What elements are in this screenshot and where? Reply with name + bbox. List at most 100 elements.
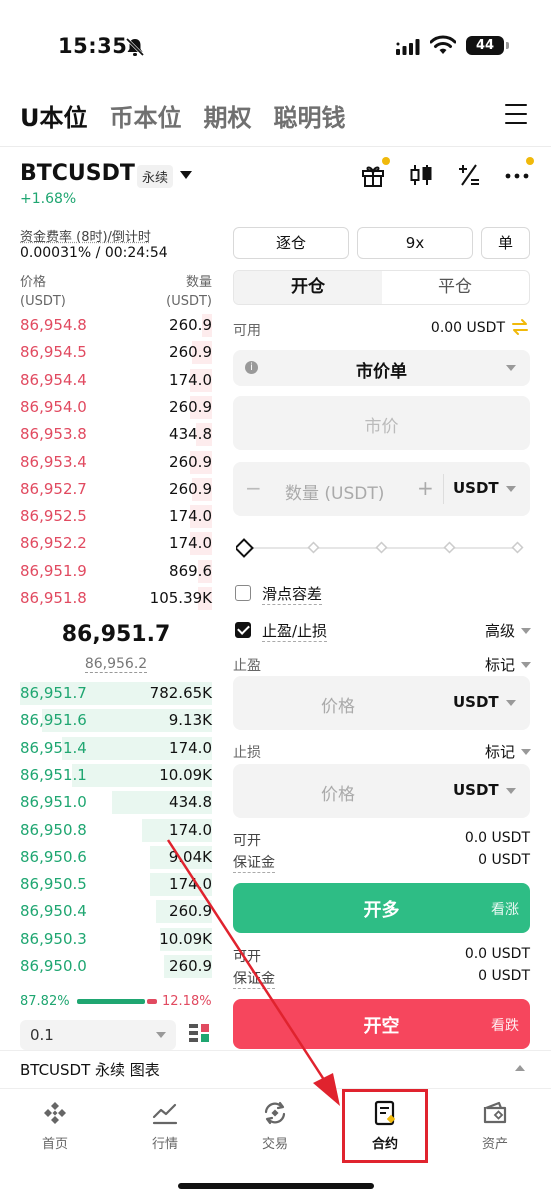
bid-price: 86,950.0 bbox=[20, 957, 87, 975]
bid-qty: 174.0 bbox=[169, 738, 212, 757]
quantity-slider[interactable] bbox=[236, 538, 526, 558]
quantity-decrement[interactable]: − bbox=[245, 476, 262, 500]
ask-price: 86,953.8 bbox=[20, 425, 87, 444]
tab-close-position[interactable]: 平仓 bbox=[381, 271, 529, 304]
long-margin-label[interactable]: 保证金 bbox=[233, 852, 275, 873]
tp-unit-select[interactable]: USDT bbox=[453, 693, 499, 711]
ask-row[interactable]: 86,953.4 260.9 bbox=[0, 449, 212, 476]
slippage-checkbox[interactable] bbox=[235, 585, 251, 601]
bid-price: 86,951.4 bbox=[20, 738, 87, 757]
take-profit-label: 止盈 bbox=[233, 658, 261, 674]
short-margin-label[interactable]: 保证金 bbox=[233, 968, 275, 989]
tpsl-label[interactable]: 止盈/止损 bbox=[262, 620, 328, 642]
candlestick-chart-icon[interactable] bbox=[408, 162, 434, 188]
quantity-unit-select[interactable]: USDT bbox=[453, 479, 499, 497]
ask-row[interactable]: 86,953.8 434.8 bbox=[0, 421, 212, 448]
ask-qty: 174.0 bbox=[169, 507, 212, 526]
sell-ratio-bar bbox=[147, 999, 157, 1004]
funding-rate-label[interactable]: 资金费率 (8时)/倒计时 bbox=[20, 226, 151, 245]
ask-row[interactable]: 86,954.4 174.0 bbox=[0, 367, 212, 394]
ask-qty: 260.9 bbox=[169, 343, 212, 362]
bid-row[interactable]: 86,950.8 174.0 bbox=[0, 817, 212, 844]
chevron-down-icon[interactable] bbox=[180, 171, 192, 179]
leverage-button[interactable]: 9x bbox=[357, 227, 473, 259]
last-price: 86,951.7 bbox=[61, 622, 171, 647]
ask-qty: 260.9 bbox=[169, 397, 212, 416]
pair-symbol[interactable]: BTCUSDT bbox=[20, 161, 135, 186]
chevron-down-icon bbox=[506, 365, 516, 371]
advanced-select[interactable]: 高级 bbox=[485, 620, 515, 641]
order-type-select[interactable]: i 市价单 bbox=[233, 350, 530, 386]
notification-dot bbox=[382, 157, 390, 165]
available-label: 可用 bbox=[233, 323, 261, 339]
bid-price: 86,951.6 bbox=[20, 711, 87, 730]
nav-markets[interactable]: 行情 bbox=[110, 1099, 220, 1163]
nav-trade[interactable]: 交易 bbox=[220, 1099, 330, 1163]
bid-row[interactable]: 86,951.4 174.0 bbox=[0, 735, 212, 762]
bid-row[interactable]: 86,950.0 260.9 bbox=[0, 953, 212, 980]
take-profit-price-input[interactable]: 价格 USDT bbox=[233, 676, 530, 730]
sl-unit-select[interactable]: USDT bbox=[453, 781, 499, 799]
quantity-increment[interactable]: + bbox=[417, 476, 434, 500]
bid-row[interactable]: 86,950.3 10.09K bbox=[0, 926, 212, 953]
price-change: +1.68% bbox=[20, 191, 77, 207]
ask-row[interactable]: 86,954.8 260.9 bbox=[0, 312, 212, 339]
cellular-signal-icon bbox=[396, 39, 420, 55]
tab-smart-money[interactable]: 聪明钱 bbox=[274, 98, 346, 134]
open-long-button[interactable]: 开多 看涨 bbox=[233, 883, 530, 933]
nav-trade-label: 交易 bbox=[261, 1137, 288, 1152]
bid-row[interactable]: 86,950.5 174.0 bbox=[0, 871, 212, 898]
long-margin-value: 0 USDT bbox=[478, 852, 530, 868]
transfer-icon[interactable] bbox=[511, 318, 529, 336]
ask-row[interactable]: 86,951.9 869.6 bbox=[0, 558, 212, 585]
ask-row[interactable]: 86,951.8 105.39K bbox=[0, 585, 212, 612]
slippage-label[interactable]: 滑点容差 bbox=[262, 583, 323, 605]
bid-row[interactable]: 86,951.0 434.8 bbox=[0, 789, 212, 816]
nav-home[interactable]: 首页 bbox=[0, 1099, 110, 1163]
ask-row[interactable]: 86,954.5 260.9 bbox=[0, 339, 212, 366]
nav-assets[interactable]: 资产 bbox=[440, 1099, 550, 1163]
chart-panel-bar[interactable]: BTCUSDT 永续 图表 bbox=[0, 1050, 551, 1088]
open-short-button[interactable]: 开空 看跌 bbox=[233, 999, 530, 1049]
tpsl-checkbox[interactable] bbox=[235, 622, 251, 638]
short-can-open-value: 0.0 USDT bbox=[464, 946, 530, 962]
mark-price-value: 86,956.2 bbox=[84, 656, 148, 673]
calculator-icon[interactable] bbox=[456, 162, 482, 188]
tp-trigger-select[interactable]: 标记 bbox=[485, 654, 515, 675]
gift-icon[interactable] bbox=[360, 162, 386, 188]
quantity-input[interactable]: − 数量 (USDT) + USDT bbox=[233, 462, 530, 516]
hamburger-menu-icon[interactable] bbox=[505, 104, 527, 124]
ask-row[interactable]: 86,952.2 174.0 bbox=[0, 530, 212, 557]
stop-loss-price-input[interactable]: 价格 USDT bbox=[233, 764, 530, 818]
tab-open-position[interactable]: 开仓 bbox=[234, 271, 382, 304]
ask-row[interactable]: 86,952.7 260.9 bbox=[0, 476, 212, 503]
bottom-nav: 首页 行情 交易 合约 资产 bbox=[0, 1088, 551, 1172]
contract-type-tabs: U本位 币本位 期权 聪明钱 bbox=[20, 98, 346, 134]
ask-price: 86,952.2 bbox=[20, 534, 87, 553]
chevron-down-icon bbox=[506, 486, 516, 492]
ask-row[interactable]: 86,952.5 174.0 bbox=[0, 503, 212, 530]
bid-row[interactable]: 86,950.4 260.9 bbox=[0, 898, 212, 925]
short-margin-value: 0 USDT bbox=[478, 968, 530, 984]
bid-row[interactable]: 86,950.6 9.04K bbox=[0, 844, 212, 871]
margin-mode-button[interactable]: 逐仓 bbox=[233, 227, 349, 259]
tab-coin-m[interactable]: 币本位 bbox=[110, 98, 182, 134]
tab-options[interactable]: 期权 bbox=[204, 98, 252, 134]
sl-trigger-select[interactable]: 标记 bbox=[485, 741, 515, 762]
bid-row[interactable]: 86,951.6 9.13K bbox=[0, 707, 212, 734]
wallet-icon bbox=[483, 1101, 507, 1124]
chevron-up-icon[interactable] bbox=[515, 1065, 525, 1071]
available-value: 0.00 USDT bbox=[430, 320, 505, 336]
more-icon[interactable] bbox=[504, 162, 530, 188]
bid-price: 86,950.4 bbox=[20, 902, 87, 921]
bid-price: 86,950.8 bbox=[20, 820, 87, 839]
ask-qty: 260.9 bbox=[169, 316, 212, 334]
position-mode-button[interactable]: 单 bbox=[481, 227, 530, 259]
bid-row[interactable]: 86,951.1 10.09K bbox=[0, 762, 212, 789]
depth-precision-select[interactable]: 0.1 bbox=[20, 1020, 176, 1050]
ask-row[interactable]: 86,954.0 260.9 bbox=[0, 394, 212, 421]
tab-usdt-m[interactable]: U本位 bbox=[20, 98, 88, 134]
ask-price: 86,953.4 bbox=[20, 452, 87, 471]
bid-row[interactable]: 86,951.7 782.65K bbox=[0, 680, 212, 707]
orderbook-layout-icon[interactable] bbox=[188, 1022, 210, 1044]
